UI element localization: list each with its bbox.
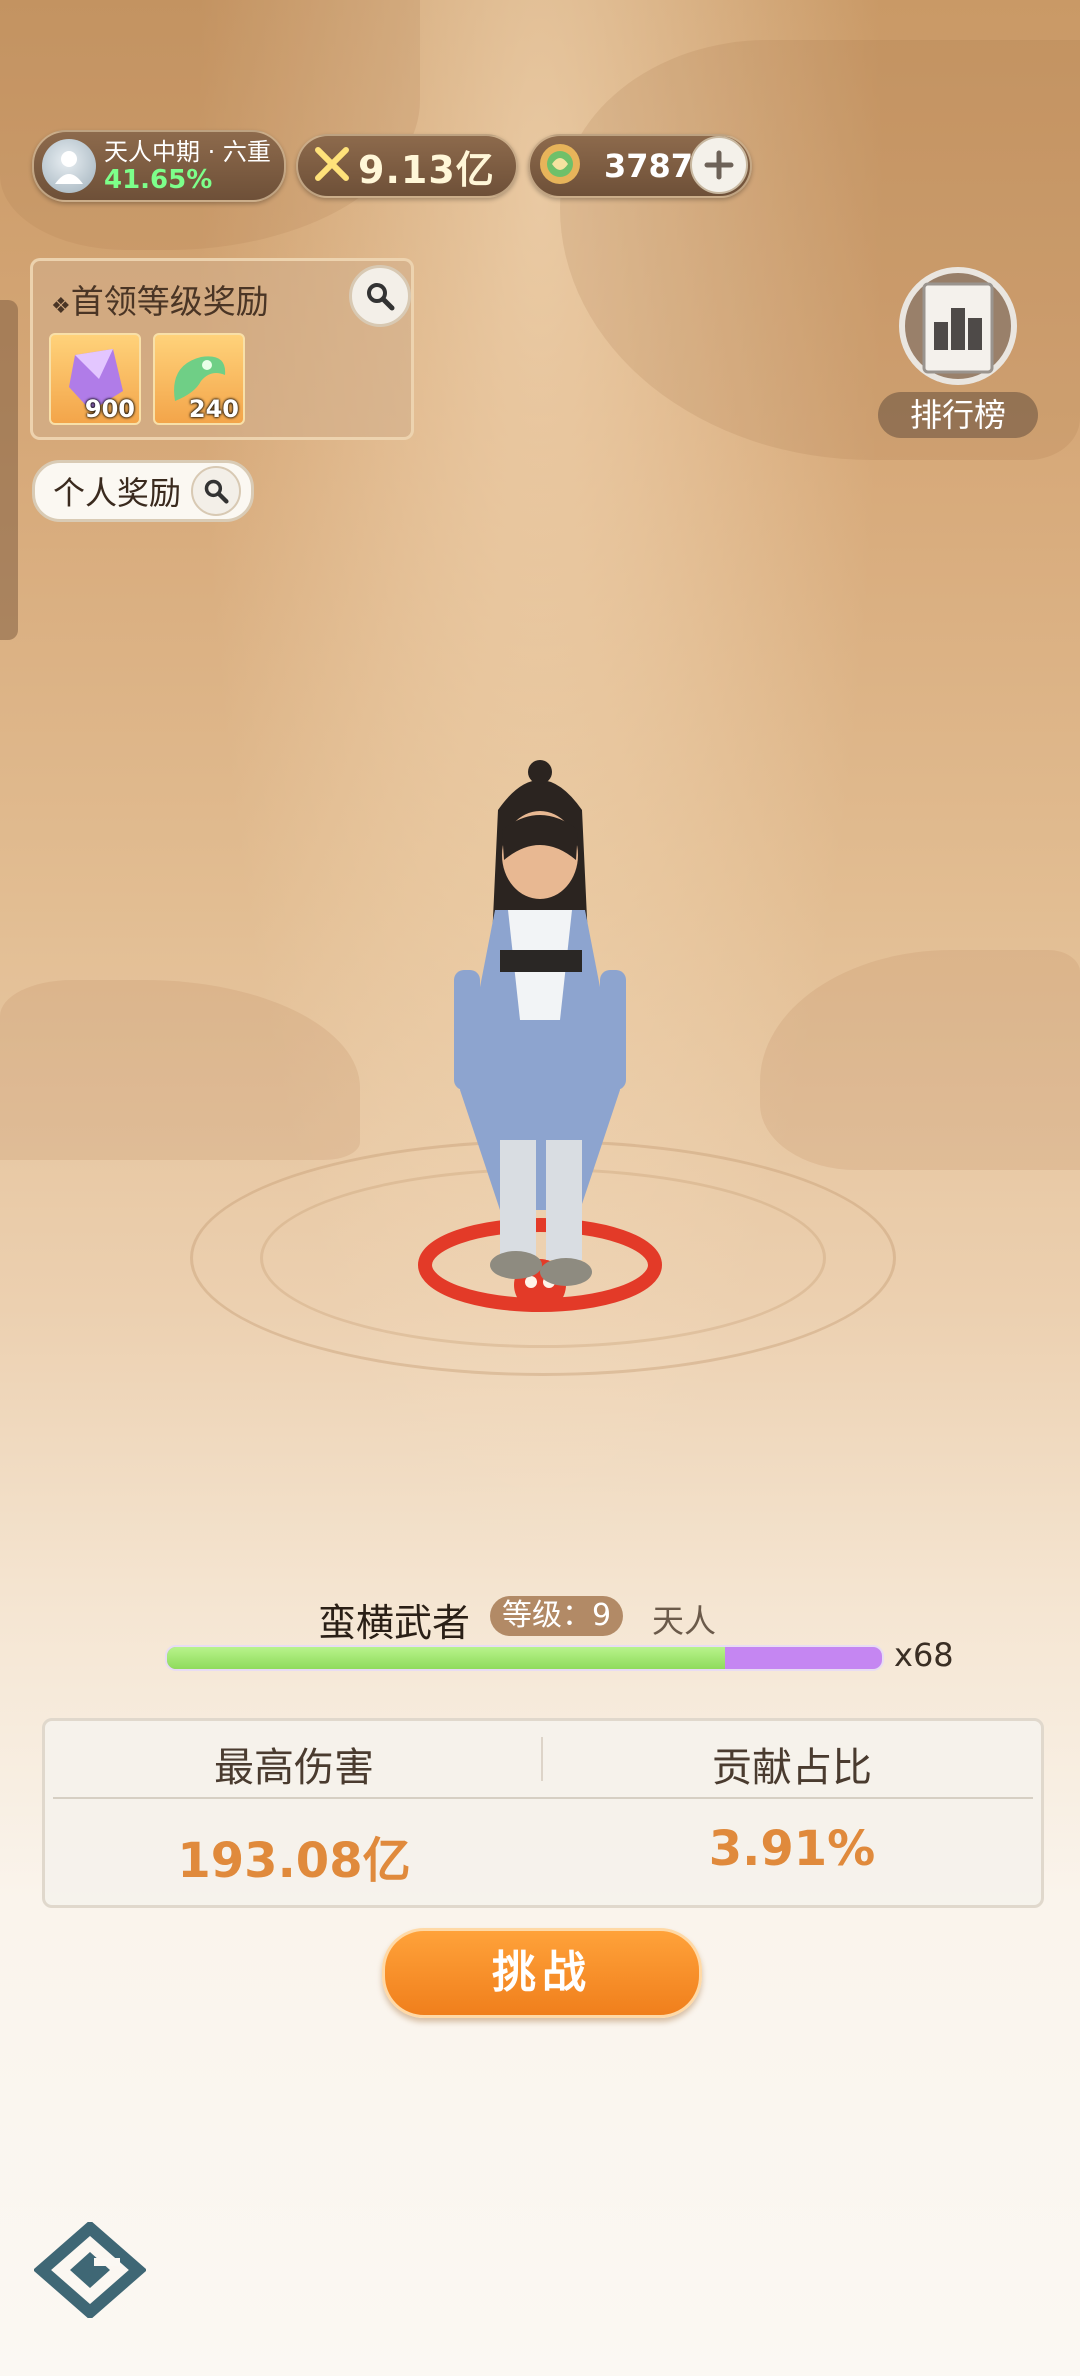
magnifier-icon: [367, 283, 395, 311]
boss-reward-title: ❖首领等级奖励: [51, 282, 269, 321]
personal-reward-search-button[interactable]: [191, 466, 242, 516]
realm-progress: 41.65%: [104, 165, 213, 195]
boss-hp-multiplier: x68: [894, 1636, 954, 1674]
personal-reward-button[interactable]: 个人奖励: [32, 460, 254, 522]
boss-hp-bar: [165, 1645, 884, 1671]
background-rock: [760, 950, 1080, 1170]
reward-item[interactable]: 900: [49, 333, 141, 425]
reward-item[interactable]: 240: [153, 333, 245, 425]
boss-level-badge: 等级：9: [490, 1596, 624, 1636]
contribution-value: 3.91%: [708, 1821, 876, 1877]
reward-count: 240: [188, 395, 239, 423]
magnifier-icon: [204, 479, 229, 504]
background-rock: [0, 980, 360, 1160]
max-damage-value: 193.08亿: [177, 1833, 411, 1889]
diamond-bullet-icon: ❖: [51, 294, 71, 319]
boss-reward-search-button[interactable]: [349, 265, 411, 327]
background-rock: [0, 0, 420, 250]
game-logo-icon[interactable]: [34, 2222, 146, 2318]
max-damage-label: 最高伤害: [214, 1745, 374, 1791]
boss-character[interactable]: [390, 760, 690, 1330]
combat-power-value: 9.13亿: [358, 147, 495, 192]
damage-stats-card: 最高伤害 贡献占比 193.08亿 3.91%: [42, 1718, 1044, 1908]
realm-name: 天人中期 · 六重: [104, 138, 271, 166]
side-drawer-handle[interactable]: [0, 300, 18, 640]
reward-count: 900: [84, 395, 135, 423]
plus-icon: [704, 150, 734, 180]
personal-reward-label: 个人奖励: [53, 474, 182, 512]
currency-value: 3787: [604, 147, 694, 185]
crossed-swords-icon: [312, 144, 352, 188]
jade-coin-icon: [536, 140, 584, 192]
realm-status[interactable]: 天人中期 · 六重 41.65%: [32, 130, 286, 202]
ranking-label: 排行榜: [878, 392, 1038, 438]
boss-name: 蛮横武者: [318, 1601, 471, 1645]
add-currency-button[interactable]: [690, 136, 748, 194]
ranking-button[interactable]: 排行榜: [878, 262, 1038, 438]
boss-hp-fill: [167, 1647, 725, 1669]
contribution-label: 贡献占比: [712, 1745, 872, 1791]
challenge-button[interactable]: 挑战: [382, 1928, 702, 2018]
boss-realm: 天人: [652, 1602, 717, 1640]
stats-divider: [541, 1737, 543, 1781]
combat-power[interactable]: 9.13亿: [296, 134, 518, 198]
boss-reward-panel: ❖首领等级奖励 900 240: [30, 258, 414, 440]
leaderboard-icon: [899, 267, 1017, 385]
stats-divider: [53, 1797, 1033, 1799]
player-avatar: [42, 139, 96, 193]
